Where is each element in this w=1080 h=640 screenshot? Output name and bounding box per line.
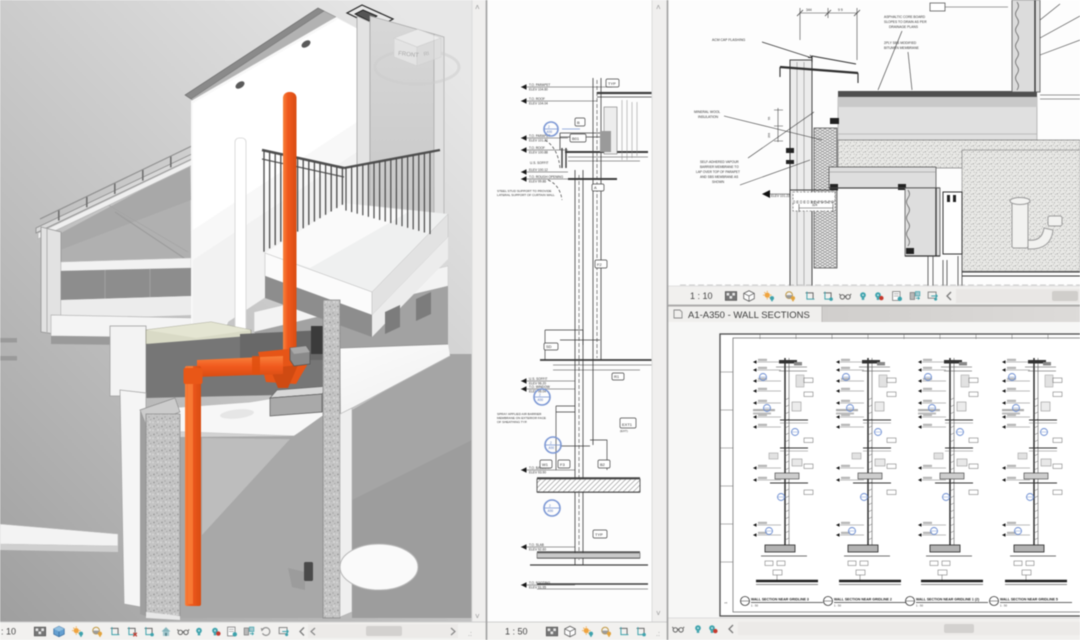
svg-text:W1: W1 <box>542 462 549 467</box>
svg-text:1 : 50: 1 : 50 <box>751 604 758 608</box>
svg-text:1 : 50: 1 : 50 <box>834 604 841 608</box>
svg-text:ELEV 101.22: ELEV 101.22 <box>771 194 790 198</box>
svg-text:OF SHEATHING TYP.: OF SHEATHING TYP. <box>497 420 527 424</box>
svg-text:F2: F2 <box>597 262 602 267</box>
svg-text:SLOPES TO DRAIN AS PER: SLOPES TO DRAIN AS PER <box>884 20 927 24</box>
svg-text:DRAINAGE PLANS: DRAINAGE PLANS <box>889 25 919 29</box>
svg-text:ELEV 101.22: ELEV 101.22 <box>529 139 548 143</box>
svg-text:ELEV 91.95: ELEV 91.95 <box>529 586 546 590</box>
svg-text:˄: ˄ <box>475 3 480 12</box>
svg-text:344: 344 <box>806 8 812 12</box>
svg-text:T.O. PARAPET: T.O. PARAPET <box>529 83 550 87</box>
svg-text:ELEV 92.60: ELEV 92.60 <box>529 548 546 552</box>
svg-text:1 : 50: 1 : 50 <box>505 627 528 637</box>
svg-text:.:: .: <box>468 631 472 638</box>
svg-text:ELEV 100.12: ELEV 100.12 <box>529 168 548 172</box>
svg-text:ELEV 99.86: ELEV 99.86 <box>529 180 546 184</box>
svg-text:BARRIER MEMBRANE TO: BARRIER MEMBRANE TO <box>700 165 739 169</box>
svg-text:T.O. ROOF: T.O. ROOF <box>529 97 545 101</box>
svg-text:ELEV 104.60: ELEV 104.60 <box>529 88 548 92</box>
svg-text:LATERAL SUPPORT OF CURTAIN WAL: LATERAL SUPPORT OF CURTAIN WALL <box>497 193 555 197</box>
svg-text:.:: .: <box>656 631 660 638</box>
svg-text:9 9: 9 9 <box>838 8 843 12</box>
svg-text:LAP OVER TOP OF PARAPET: LAP OVER TOP OF PARAPET <box>696 170 740 174</box>
svg-text:B: B <box>577 120 580 125</box>
svg-text:INSULATION: INSULATION <box>698 115 719 119</box>
svg-text:2: 2 <box>549 504 551 508</box>
svg-text:T.O. ROUGH OPENING: T.O. ROUGH OPENING <box>529 175 564 179</box>
svg-text:SD: SD <box>546 344 552 349</box>
svg-text:2: 2 <box>539 393 541 397</box>
svg-text:ASPHALTIC CORE BOARD: ASPHALTIC CORE BOARD <box>884 15 926 19</box>
svg-text:1 : 10: 1 : 10 <box>690 291 713 301</box>
svg-text:SELF-ADHERED VAPOUR: SELF-ADHERED VAPOUR <box>700 160 739 164</box>
svg-text:B2: B2 <box>600 462 606 467</box>
svg-text:WALL SECTION NEAR GRIDLINE 5: WALL SECTION NEAR GRIDLINE 5 <box>1000 598 1058 602</box>
svg-text:AND SBS MEMBRANE AS: AND SBS MEMBRANE AS <box>700 175 738 179</box>
svg-text:WALL SECTION NEAR GRIDLINE 3: WALL SECTION NEAR GRIDLINE 3 <box>751 598 809 602</box>
svg-text:WALL SECTION NEAR GRIDLINE 1 (: WALL SECTION NEAR GRIDLINE 1 (2) <box>916 598 979 602</box>
svg-text:T.O. SLAB: T.O. SLAB <box>529 543 544 547</box>
svg-text:U.S. SOFFIT: U.S. SOFFIT <box>529 377 547 381</box>
svg-text:B01: B01 <box>572 136 580 141</box>
svg-text:TYP: TYP <box>608 81 616 86</box>
svg-text:SHOWN: SHOWN <box>712 180 725 184</box>
svg-text:(EXT): (EXT) <box>620 429 628 433</box>
svg-text:˅: ˅ <box>656 609 661 618</box>
svg-text:EXT1: EXT1 <box>622 422 633 427</box>
svg-text:˅: ˅ <box>475 612 480 621</box>
svg-text:T.O. FOOTING: T.O. FOOTING <box>529 581 551 585</box>
svg-text:ACM CAP FLASHING: ACM CAP FLASHING <box>712 38 746 42</box>
svg-text:A90: A90 <box>548 509 554 513</box>
svg-text:TYP: TYP <box>595 532 603 537</box>
svg-text:1 : 50: 1 : 50 <box>1000 604 1007 608</box>
svg-text:ELEV 100.88: ELEV 100.88 <box>529 151 548 155</box>
svg-text:T.O. ROOF: T.O. ROOF <box>529 146 545 150</box>
svg-text:2: 2 <box>548 125 550 129</box>
svg-text:A90: A90 <box>538 398 544 402</box>
svg-text:2PLY SBS MODIFIED: 2PLY SBS MODIFIED <box>884 41 917 45</box>
svg-text:ELEV 104.04: ELEV 104.04 <box>529 102 548 106</box>
svg-text:1 : 50: 1 : 50 <box>916 604 923 608</box>
svg-text:BITUMEN MEMBRANE: BITUMEN MEMBRANE <box>884 46 920 50</box>
svg-text:U.S. SOFFIT: U.S. SOFFIT <box>530 161 548 165</box>
svg-text:55: 55 <box>767 116 771 120</box>
svg-text:˄: ˄ <box>656 3 661 12</box>
svg-text:MINERAL WOOL: MINERAL WOOL <box>694 110 720 114</box>
svg-text:2: 2 <box>550 441 552 445</box>
svg-text:A90: A90 <box>547 130 553 134</box>
svg-text:F3: F3 <box>560 462 565 467</box>
svg-text:A1-A350 - WALL SECTIONS: A1-A350 - WALL SECTIONS <box>688 310 810 321</box>
svg-text:: 10: : 10 <box>1 627 16 637</box>
svg-text:358: 358 <box>767 133 771 138</box>
svg-text:ELEV 93.90: ELEV 93.90 <box>529 471 546 475</box>
svg-text:WALL SECTION NEAR GRIDLINE 2: WALL SECTION NEAR GRIDLINE 2 <box>834 598 892 602</box>
svg-text:T.O. WINDOW: T.O. WINDOW <box>529 385 550 389</box>
svg-text:324: 324 <box>812 203 818 207</box>
svg-text:R1: R1 <box>614 374 620 379</box>
svg-text:A90: A90 <box>549 446 555 450</box>
svg-text:A: A <box>594 185 597 190</box>
